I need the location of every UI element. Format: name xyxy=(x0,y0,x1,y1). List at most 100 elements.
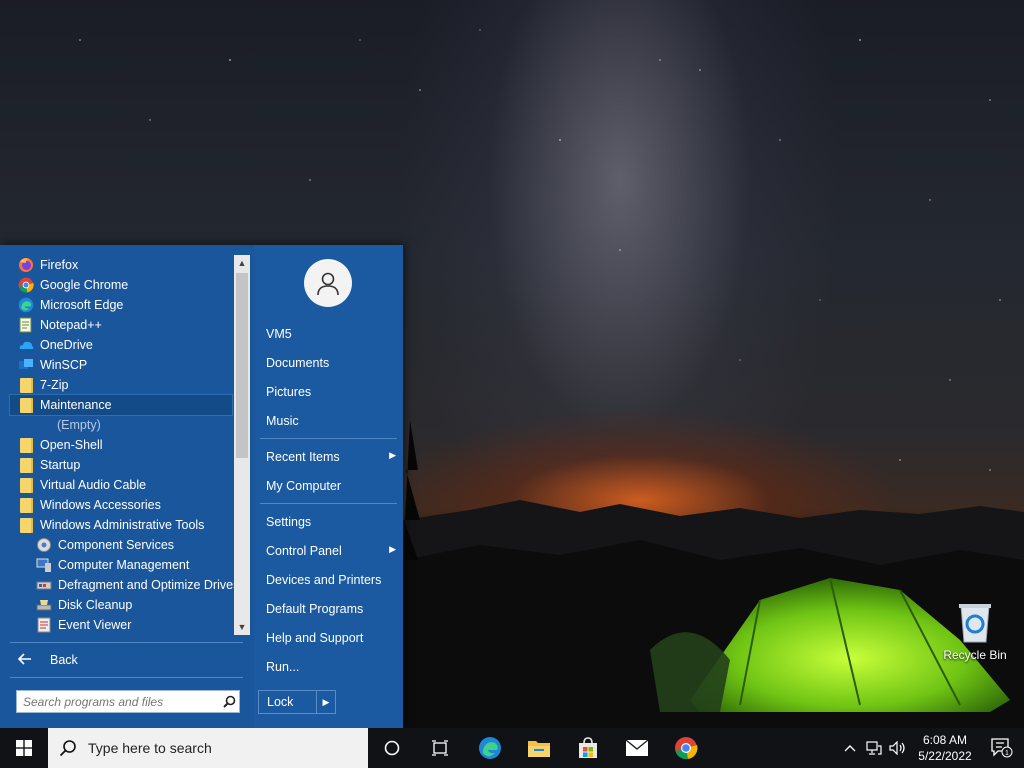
program-item[interactable]: Component Services xyxy=(10,535,232,555)
program-item-label: Virtual Audio Cable xyxy=(40,478,147,492)
program-item-label: Open-Shell xyxy=(40,438,103,452)
onedrive-icon xyxy=(18,337,34,353)
place-music-label: Music xyxy=(266,414,299,428)
taskbar-search-placeholder: Type here to search xyxy=(88,740,212,756)
program-item[interactable]: Disk Cleanup xyxy=(10,595,232,615)
program-item-label: Startup xyxy=(40,458,81,472)
program-item[interactable]: Firefox xyxy=(10,255,232,275)
taskbar-file-explorer[interactable] xyxy=(515,728,563,768)
program-search-box[interactable] xyxy=(16,690,240,713)
program-item-label: Event Viewer xyxy=(58,618,132,632)
user-avatar[interactable] xyxy=(304,259,352,307)
place-control-panel[interactable]: Control Panel ▶ xyxy=(266,544,396,558)
action-center-button[interactable]: 1 xyxy=(980,738,1024,758)
program-item-label: Defragment and Optimize Drives xyxy=(58,578,240,592)
taskbar-mail[interactable] xyxy=(613,728,661,768)
place-help-support[interactable]: Help and Support xyxy=(266,631,396,645)
program-item[interactable]: WinSCP xyxy=(10,355,232,375)
program-item-label: Firefox xyxy=(40,258,79,272)
start-button[interactable] xyxy=(0,728,48,768)
place-recent-items[interactable]: Recent Items ▶ xyxy=(266,450,396,464)
place-music[interactable]: Music xyxy=(266,414,396,428)
program-item-label: WinSCP xyxy=(40,358,88,372)
place-run[interactable]: Run... xyxy=(266,660,396,674)
program-list: Firefox Google Chrome Microsoft Edge Notepa… xyxy=(9,255,239,635)
scroll-down-button[interactable]: ▼ xyxy=(234,619,250,635)
taskbar-search-box[interactable]: Type here to search xyxy=(48,728,368,768)
submenu-arrow-icon: ▶ xyxy=(389,450,396,460)
user-icon xyxy=(317,272,339,296)
place-control-panel-label: Control Panel xyxy=(266,544,342,558)
recycle-bin-icon xyxy=(959,604,991,643)
place-user-label: VM5 xyxy=(266,327,292,341)
program-item[interactable]: 7-Zip xyxy=(10,375,232,395)
place-settings[interactable]: Settings xyxy=(266,515,396,529)
start-menu: Firefox Google Chrome Microsoft Edge Notepa… xyxy=(0,245,403,728)
notification-count: 1 xyxy=(1005,750,1009,757)
programs-pane: Firefox Google Chrome Microsoft Edge Notepa… xyxy=(0,245,254,728)
event-viewer-icon xyxy=(36,617,52,633)
search-icon xyxy=(48,739,88,757)
program-item[interactable]: Virtual Audio Cable xyxy=(10,475,232,495)
place-devices-printers[interactable]: Devices and Printers xyxy=(266,573,396,587)
program-item[interactable]: Event Viewer xyxy=(10,615,232,635)
place-default-programs[interactable]: Default Programs xyxy=(266,602,396,616)
program-item[interactable]: Maintenance xyxy=(9,394,233,416)
recycle-bin[interactable]: Recycle Bin xyxy=(940,600,1010,662)
program-search-input[interactable] xyxy=(17,694,219,709)
program-item[interactable]: Open-Shell xyxy=(10,435,232,455)
program-item[interactable]: Google Chrome xyxy=(10,275,232,295)
program-item[interactable]: Defragment and Optimize Drives xyxy=(10,575,239,595)
divider xyxy=(10,677,243,678)
place-documents[interactable]: Documents xyxy=(266,356,396,370)
places-pane: VM5 Documents Pictures Music Recent Item… xyxy=(256,245,403,728)
program-item[interactable]: Microsoft Edge xyxy=(10,295,232,315)
cortana-button[interactable] xyxy=(368,728,416,768)
system-tray: 6:08 AM 5/22/2022 1 xyxy=(838,728,1024,768)
folder-icon xyxy=(18,457,34,473)
taskbar: Type here to search 6:08 AM 5/22/2022 1 xyxy=(0,728,1024,768)
chrome-icon xyxy=(18,277,34,293)
notepadpp-icon xyxy=(18,317,34,333)
scroll-thumb[interactable] xyxy=(236,273,248,458)
program-item[interactable]: OneDrive xyxy=(10,335,232,355)
place-my-computer[interactable]: My Computer xyxy=(266,479,396,493)
folder-icon xyxy=(18,477,34,493)
program-item[interactable]: Notepad++ xyxy=(10,315,232,335)
place-pictures[interactable]: Pictures xyxy=(266,385,396,399)
taskbar-edge[interactable] xyxy=(466,728,514,768)
chrome-icon xyxy=(675,737,698,760)
windows-logo-icon xyxy=(16,740,32,756)
folder-icon xyxy=(18,437,34,453)
program-list-scrollbar[interactable]: ▲ ▼ xyxy=(234,255,250,635)
shutdown-options-arrow-icon[interactable]: ▶ xyxy=(317,691,335,713)
program-item[interactable]: Startup xyxy=(10,455,232,475)
task-view-button[interactable] xyxy=(416,728,464,768)
submenu-arrow-icon: ▶ xyxy=(389,544,396,554)
program-item[interactable]: Windows Accessories xyxy=(10,495,232,515)
arrow-left-icon xyxy=(17,652,32,668)
network-icon[interactable] xyxy=(862,728,886,768)
volume-icon[interactable] xyxy=(886,728,910,768)
lock-split-button: Lock ▶ xyxy=(258,690,336,714)
program-item-label: Computer Management xyxy=(58,558,190,572)
place-user[interactable]: VM5 xyxy=(266,327,396,341)
program-item[interactable]: Windows Administrative Tools xyxy=(10,515,232,535)
taskbar-chrome[interactable] xyxy=(662,728,710,768)
clock[interactable]: 6:08 AM 5/22/2022 xyxy=(910,732,980,764)
lock-button[interactable]: Lock xyxy=(259,691,317,713)
program-item[interactable]: Computer Management xyxy=(10,555,232,575)
back-button[interactable]: Back xyxy=(17,649,78,671)
divider xyxy=(10,642,243,643)
place-run-label: Run... xyxy=(266,660,300,674)
defragment-icon xyxy=(36,577,52,593)
search-icon[interactable] xyxy=(219,695,239,708)
taskbar-store[interactable] xyxy=(564,728,612,768)
folder-icon xyxy=(18,397,34,413)
edge-icon xyxy=(479,737,501,759)
program-item-label: Windows Administrative Tools xyxy=(40,518,205,532)
disk-cleanup-icon xyxy=(36,597,52,613)
scroll-up-button[interactable]: ▲ xyxy=(234,255,250,271)
chevron-up-icon[interactable] xyxy=(838,728,862,768)
place-my-computer-label: My Computer xyxy=(266,479,342,493)
